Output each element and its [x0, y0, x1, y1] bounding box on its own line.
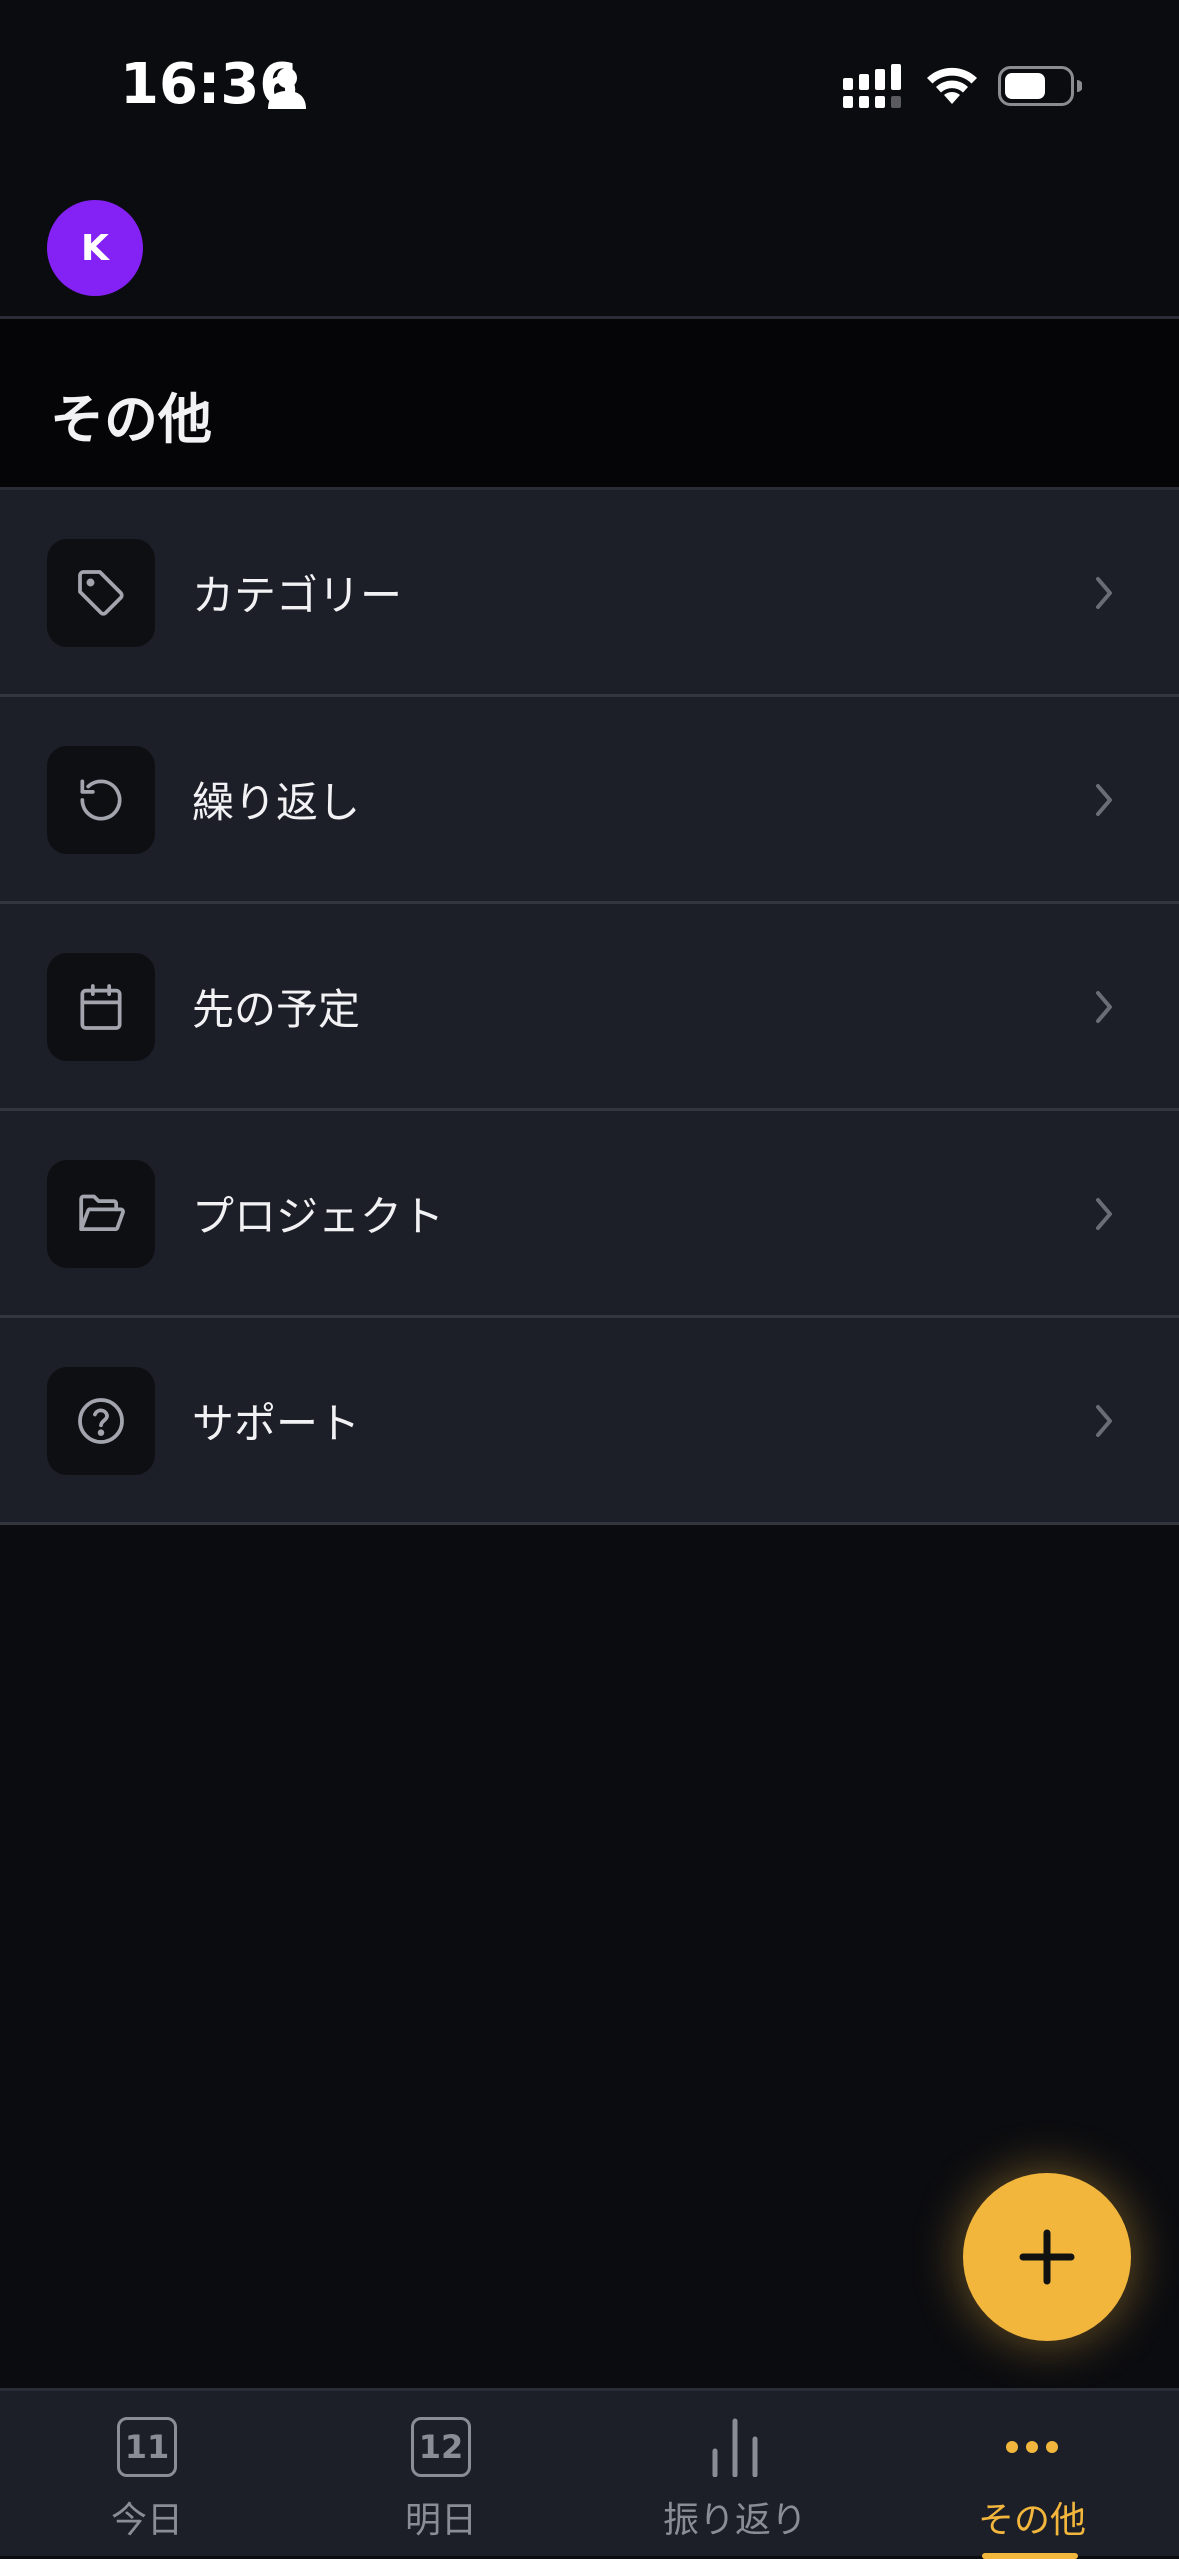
menu-icon-box [47, 953, 155, 1061]
menu-item-label: プロジェクト [192, 1192, 445, 1241]
calendar-icon [80, 984, 122, 1030]
plus-icon [1019, 2229, 1075, 2285]
menu-item-project[interactable]: プロジェクト [0, 1111, 1179, 1318]
tab-bar: 11 今日 12 明日 振り返り その他 [0, 2388, 1179, 2559]
help-circle-icon [78, 1398, 124, 1444]
chevron-right-icon [1096, 1198, 1112, 1230]
menu-item-category[interactable]: カテゴリー [0, 490, 1179, 697]
tab-review[interactable]: 振り返り [588, 2391, 882, 2556]
menu-item-label: 繰り返し [192, 778, 361, 827]
status-bar: 16:36 [0, 0, 1179, 170]
tag-icon [78, 570, 124, 616]
avatar[interactable]: K [47, 200, 143, 296]
menu-item-label: サポート [192, 1399, 361, 1448]
tab-tomorrow[interactable]: 12 明日 [294, 2391, 588, 2556]
menu-icon-box [47, 746, 155, 854]
tab-today[interactable]: 11 今日 [0, 2391, 294, 2556]
chevron-right-icon [1096, 784, 1112, 816]
tab-label: 明日 [404, 2500, 477, 2541]
menu-item-support[interactable]: サポート [0, 1318, 1179, 1525]
menu-item-upcoming[interactable]: 先の予定 [0, 904, 1179, 1111]
calendar-day-icon: 11 [117, 2417, 177, 2477]
more-dots-icon [1006, 2441, 1058, 2453]
chevron-right-icon [1096, 1405, 1112, 1437]
menu-icon-box [47, 539, 155, 647]
person-icon [268, 68, 306, 109]
folder-open-icon [79, 1194, 125, 1232]
repeat-icon [80, 779, 122, 821]
menu-item-repeat[interactable]: 繰り返し [0, 697, 1179, 904]
menu-icon-box [47, 1367, 155, 1475]
tab-label: その他 [977, 2500, 1086, 2541]
page-title-bar: その他 [0, 319, 1179, 490]
active-tab-indicator [982, 2553, 1078, 2559]
top-header: K [0, 170, 1179, 319]
add-button[interactable] [963, 2173, 1131, 2341]
menu-item-label: 先の予定 [192, 985, 361, 1034]
cellular-signal-icon [843, 64, 901, 108]
tab-label: 今日 [110, 2500, 183, 2541]
chevron-right-icon [1096, 577, 1112, 609]
wifi-icon [927, 67, 977, 104]
bar-chart-icon [712, 2418, 758, 2477]
page-title: その他 [50, 388, 212, 451]
menu-list: カテゴリー 繰り返し 先の予定 プロジェクト サポート [0, 490, 1179, 1525]
menu-item-label: カテゴリー [192, 571, 403, 620]
menu-icon-box [47, 1160, 155, 1268]
calendar-day-icon: 12 [411, 2417, 471, 2477]
chevron-right-icon [1096, 991, 1112, 1023]
tab-more[interactable]: その他 [885, 2391, 1179, 2556]
battery-icon [998, 66, 1082, 106]
tab-label: 振り返り [662, 2500, 807, 2541]
